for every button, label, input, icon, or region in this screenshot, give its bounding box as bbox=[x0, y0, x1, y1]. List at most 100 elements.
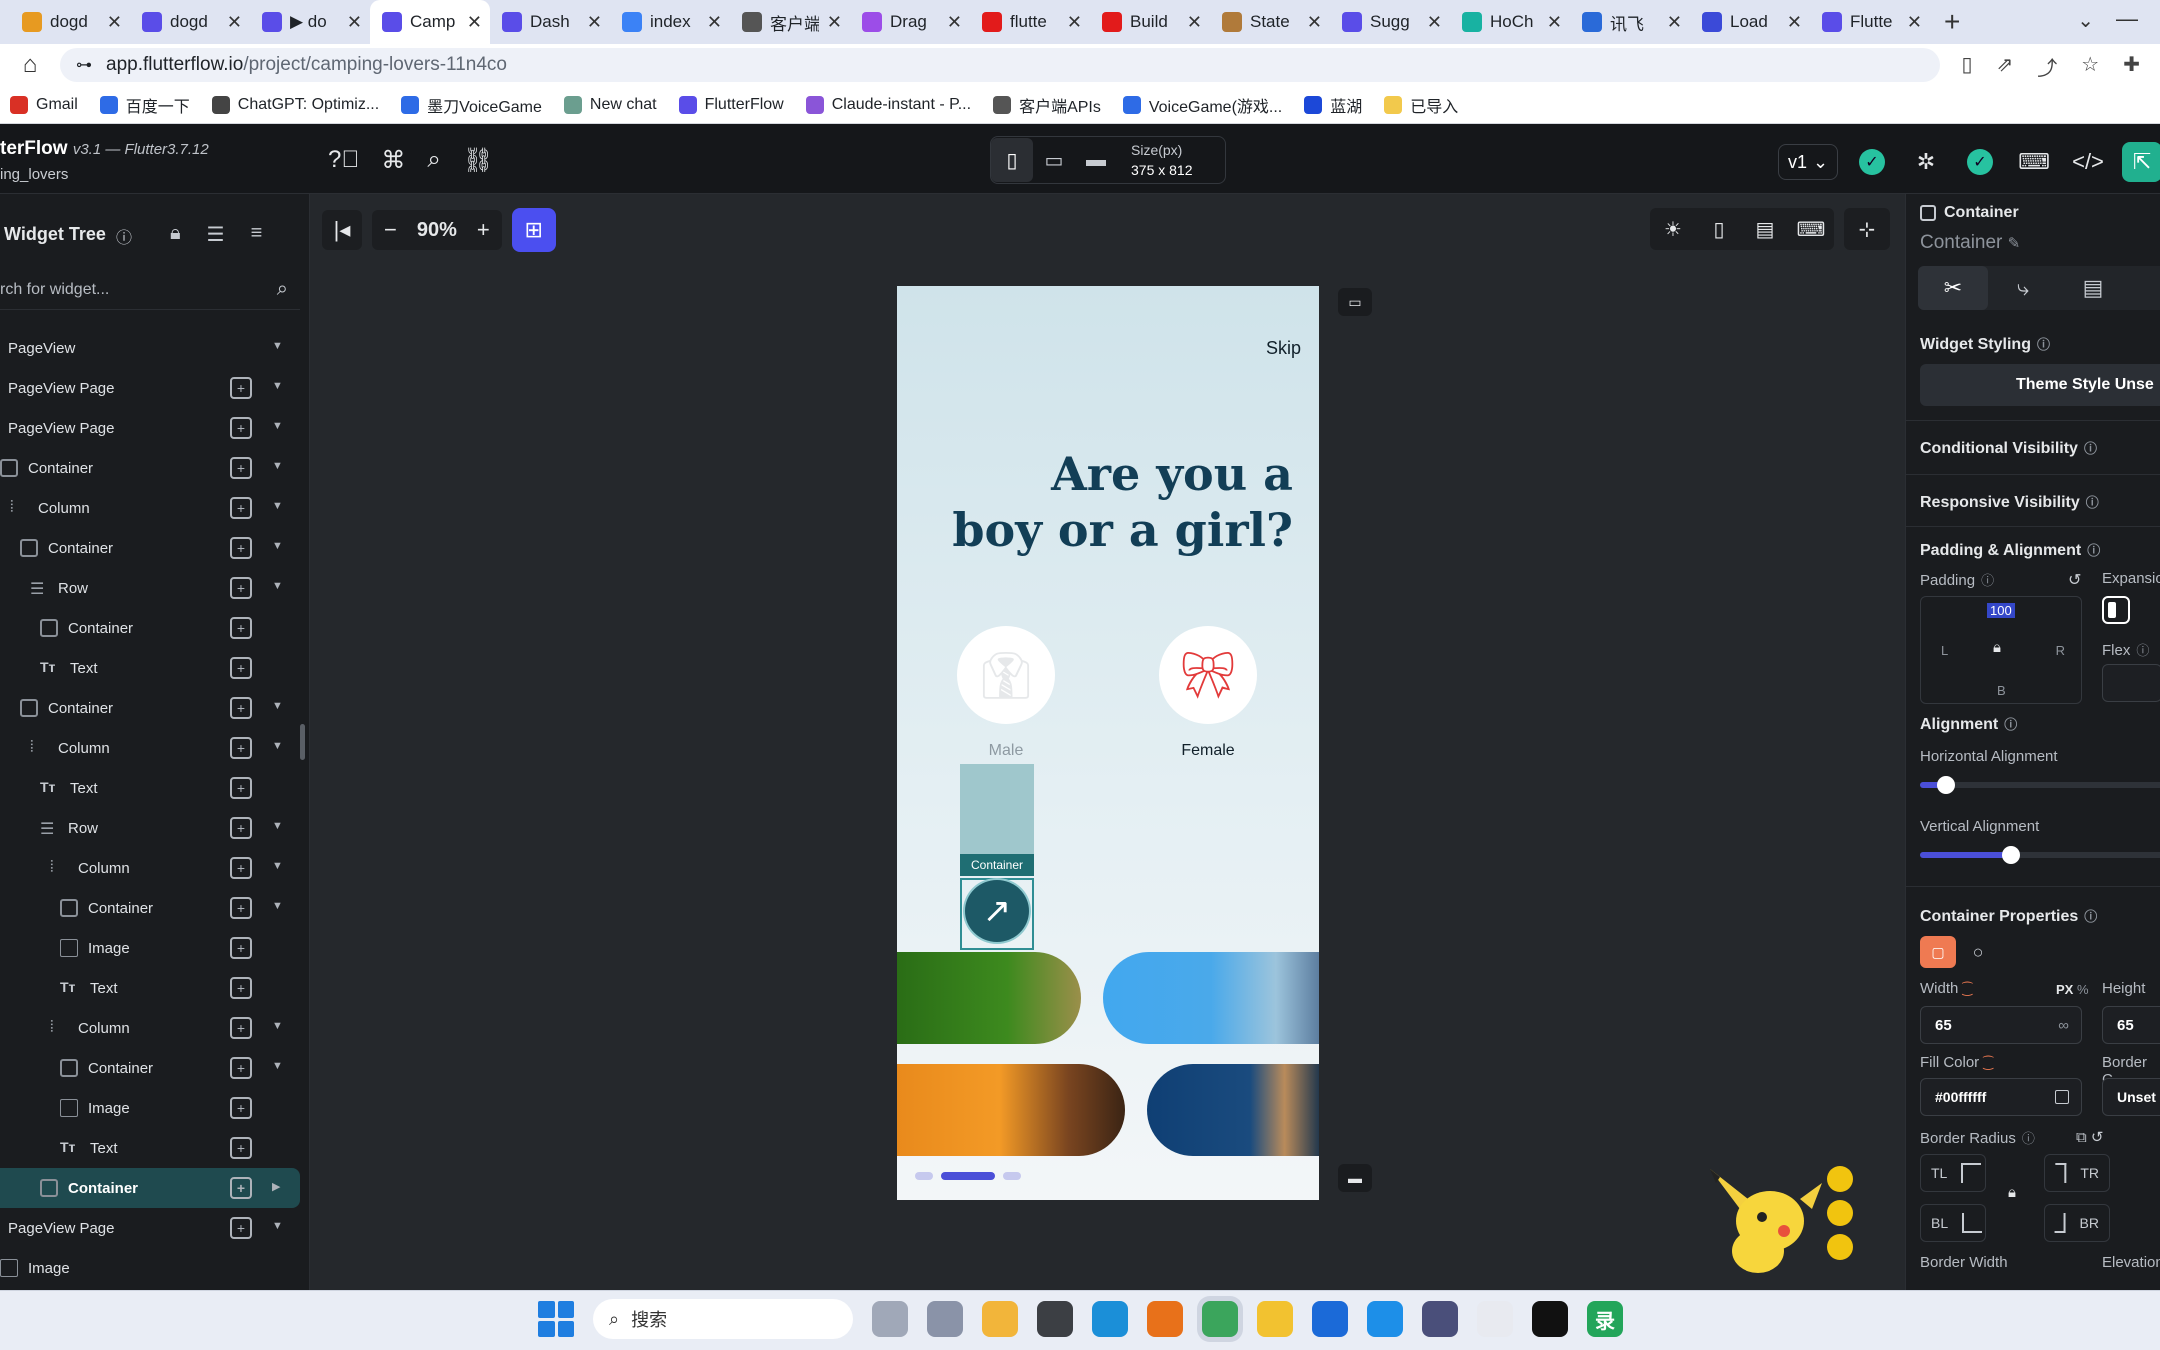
help-icon[interactable]: ?⃝ bbox=[328, 146, 359, 175]
bookmark-item[interactable]: Gmail bbox=[10, 95, 78, 114]
close-icon[interactable]: ✕ bbox=[707, 12, 722, 33]
browser-tab[interactable]: Sugg ✕ bbox=[1330, 0, 1450, 44]
padding-top-value[interactable]: 100 bbox=[1987, 603, 2015, 618]
expand-caret-icon[interactable]: ▼ bbox=[272, 580, 283, 592]
add-child-icon[interactable]: + bbox=[230, 617, 252, 639]
page-dot-active[interactable] bbox=[941, 1172, 995, 1180]
bug-icon[interactable]: ✲ bbox=[1906, 144, 1946, 180]
code-icon[interactable]: </> bbox=[2068, 144, 2108, 180]
close-icon[interactable]: ✕ bbox=[1787, 12, 1802, 33]
taskbar-recorder-icon[interactable]: 录 bbox=[1587, 1301, 1623, 1337]
tree-layout-icon[interactable]: ⊹ bbox=[1844, 208, 1890, 250]
expand-caret-icon[interactable]: ▼ bbox=[272, 380, 283, 392]
taskbar-search[interactable]: ⌕ 搜索 bbox=[593, 1299, 853, 1339]
expand-caret-icon[interactable]: ▼ bbox=[272, 860, 283, 872]
slider-knob[interactable] bbox=[1937, 776, 1955, 794]
browser-tab[interactable]: State ✕ bbox=[1210, 0, 1330, 44]
open-external-icon[interactable]: ⇗ bbox=[1997, 52, 2014, 81]
expand-caret-icon[interactable]: ▼ bbox=[272, 820, 283, 832]
lock-icon[interactable]: 🔒︎ bbox=[1993, 639, 2013, 659]
taskbar-edge-icon[interactable] bbox=[1092, 1301, 1128, 1337]
search-icon[interactable]: ⌕ bbox=[427, 146, 440, 175]
tree-node[interactable]: PageView ▼ bbox=[0, 328, 300, 368]
browser-tab[interactable]: dogd ✕ bbox=[130, 0, 250, 44]
browser-tab[interactable]: HoCh ✕ bbox=[1450, 0, 1570, 44]
add-widget-button[interactable]: ⊞ bbox=[511, 208, 556, 252]
conditional-visibility[interactable]: Conditional Visibility ⓘ bbox=[1920, 438, 2097, 458]
tree-node[interactable]: Container + ▼ bbox=[0, 448, 300, 488]
new-tab-button[interactable]: + bbox=[1944, 6, 1960, 38]
expand-caret-icon[interactable]: ▼ bbox=[272, 500, 283, 512]
add-child-icon[interactable]: + bbox=[230, 497, 252, 519]
bookmark-item[interactable]: FlutterFlow bbox=[678, 95, 784, 114]
add-child-icon[interactable]: + bbox=[230, 577, 252, 599]
add-child-icon[interactable]: + bbox=[230, 817, 252, 839]
tree-node[interactable]: ⦙ Column + ▼ bbox=[0, 728, 300, 768]
tree-node[interactable]: Tт Text + bbox=[0, 1128, 300, 1168]
edit-icon[interactable]: ✎ bbox=[2008, 235, 2021, 252]
tree-node[interactable]: ☰ Row + ▼ bbox=[0, 808, 300, 848]
filter-icon[interactable]: ≡ bbox=[251, 222, 263, 247]
star-icon[interactable]: ☆ bbox=[2081, 52, 2099, 81]
expand-caret-icon[interactable]: ▼ bbox=[272, 1220, 283, 1232]
taskbar-folder-icon[interactable] bbox=[982, 1301, 1018, 1337]
bookmark-item[interactable]: 已导入 bbox=[1384, 93, 1458, 117]
taskbar-star-icon[interactable] bbox=[1257, 1301, 1293, 1337]
bookmark-item[interactable]: 客户端APIs bbox=[993, 93, 1101, 117]
add-child-icon[interactable]: + bbox=[230, 777, 252, 799]
add-child-icon[interactable]: + bbox=[230, 377, 252, 399]
share-button[interactable]: ⇱ bbox=[2122, 142, 2160, 182]
close-icon[interactable]: ✕ bbox=[347, 12, 362, 33]
tree-node[interactable]: Container + bbox=[0, 608, 300, 648]
tree-node[interactable]: Container + ▼ bbox=[0, 888, 300, 928]
phone-frame-icon[interactable]: ▯ bbox=[1696, 208, 1742, 250]
browser-tab[interactable]: dogd ✕ bbox=[10, 0, 130, 44]
taskbar-file-explorer-icon[interactable] bbox=[872, 1301, 908, 1337]
width-unit-toggle[interactable]: PX % bbox=[2056, 982, 2089, 997]
tree-node[interactable]: Container + ▶ bbox=[0, 1168, 300, 1208]
tree-node[interactable]: Image bbox=[0, 1248, 300, 1288]
zoom-in-button[interactable]: + bbox=[477, 217, 490, 243]
browser-tab[interactable]: Flutte ✕ bbox=[1810, 0, 1930, 44]
tree-node[interactable]: ⦙ Column + ▼ bbox=[0, 488, 300, 528]
close-icon[interactable]: ✕ bbox=[107, 12, 122, 33]
taskbar-quick-icon[interactable] bbox=[1312, 1301, 1348, 1337]
browser-tab[interactable]: Load ✕ bbox=[1690, 0, 1810, 44]
zoom-out-button[interactable]: − bbox=[384, 217, 397, 243]
expand-caret-icon[interactable]: ▼ bbox=[272, 1060, 283, 1072]
close-icon[interactable]: ✕ bbox=[467, 12, 482, 33]
taskbar-capcut-icon[interactable] bbox=[1532, 1301, 1568, 1337]
taskbar-feishu-icon[interactable] bbox=[1367, 1301, 1403, 1337]
browser-tab[interactable]: flutte ✕ bbox=[970, 0, 1090, 44]
page-dot[interactable] bbox=[1003, 1172, 1021, 1180]
toggle-appbar-icon[interactable]: ▭ bbox=[1338, 288, 1372, 316]
rectangle-shape-button[interactable]: ▢ bbox=[1920, 936, 1956, 968]
add-child-icon[interactable]: + bbox=[230, 657, 252, 679]
page-dot[interactable] bbox=[915, 1172, 933, 1180]
expand-caret-icon[interactable]: ▼ bbox=[272, 460, 283, 472]
bookmark-item[interactable]: ChatGPT: Optimiz... bbox=[211, 95, 379, 114]
fill-color-input[interactable]: #00ffffff bbox=[1920, 1078, 2082, 1116]
tree-node[interactable]: Image + bbox=[0, 928, 300, 968]
padding-editor[interactable]: 100 L 🔒︎ R B bbox=[1920, 596, 2082, 704]
minimize-icon[interactable]: — bbox=[2116, 6, 2138, 32]
taskbar-pinwheel-icon[interactable] bbox=[1477, 1301, 1513, 1337]
browser-tab[interactable]: Build ✕ bbox=[1090, 0, 1210, 44]
link-icon[interactable]: ⛓ bbox=[463, 146, 493, 175]
close-icon[interactable]: ✕ bbox=[827, 12, 842, 33]
height-input[interactable]: 65 bbox=[2102, 1006, 2160, 1044]
tree-node[interactable]: Image + bbox=[0, 1088, 300, 1128]
close-icon[interactable]: ✕ bbox=[1067, 12, 1082, 33]
add-child-icon[interactable]: + bbox=[230, 937, 252, 959]
reset-icon[interactable]: ↺ bbox=[2068, 570, 2081, 590]
comments-icon[interactable]: ⌨ bbox=[2014, 144, 2054, 180]
add-child-icon[interactable]: + bbox=[230, 1097, 252, 1119]
layout-icon[interactable]: ☰ bbox=[207, 222, 225, 247]
browser-tab[interactable]: index ✕ bbox=[610, 0, 730, 44]
taskbar-chrome-icon[interactable] bbox=[1202, 1301, 1238, 1337]
close-icon[interactable]: ✕ bbox=[1667, 12, 1682, 33]
phone-device-icon[interactable]: ▯ bbox=[991, 138, 1033, 182]
browser-tab[interactable]: ▶ do ✕ bbox=[250, 0, 370, 44]
version-select[interactable]: v1 ⌄ bbox=[1778, 144, 1838, 180]
slider-knob[interactable] bbox=[2002, 846, 2020, 864]
